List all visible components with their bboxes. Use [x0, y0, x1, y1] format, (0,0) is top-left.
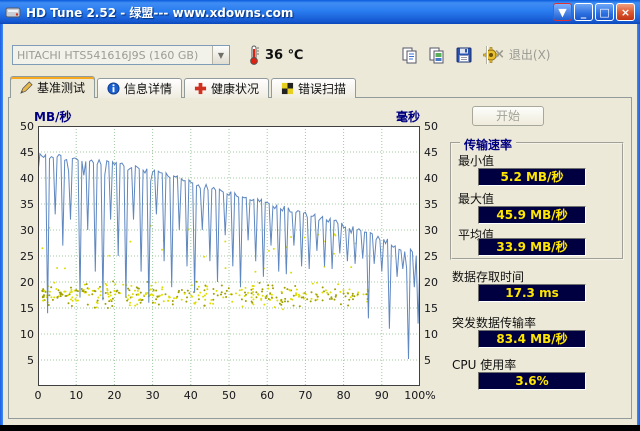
health-cross-icon — [194, 82, 207, 95]
max-label: 最大值 — [458, 192, 495, 206]
x-tick: 0 — [34, 389, 42, 402]
y-tick-left: 35 — [20, 198, 34, 211]
window-border-left — [0, 0, 3, 425]
start-button[interactable]: 开始 — [472, 106, 544, 126]
copy-text-icon — [402, 47, 417, 64]
y-tick-left: 45 — [20, 146, 34, 159]
cpu-usage-value: 3.6% — [478, 372, 586, 390]
burst-rate-label: 突发数据传输率 — [452, 316, 537, 330]
save-button[interactable] — [452, 44, 476, 66]
y-tick-right: 45 — [424, 146, 438, 159]
tab-info[interactable]: 信息详情 — [97, 78, 183, 98]
toolbar-separator — [486, 46, 488, 64]
exit-label: 退出(X) — [508, 48, 551, 62]
download-button[interactable]: ▼ — [553, 3, 572, 21]
tab-benchmark[interactable]: 基准测试 — [10, 76, 96, 99]
burst-rate-value: 83.4 MB/秒 — [478, 330, 586, 348]
tab-health-label: 健康状况 — [211, 82, 260, 96]
x-tick: 40 — [183, 389, 198, 402]
min-value: 5.2 MB/秒 — [478, 168, 586, 186]
copy-text-button[interactable] — [398, 44, 422, 66]
access-time-value: 17.3 ms — [478, 284, 586, 302]
y-tick-right: 15 — [424, 302, 438, 315]
y-tick-right: 25 — [424, 250, 438, 263]
y-tick-left: 40 — [20, 172, 34, 185]
x-tick: 50 — [222, 389, 236, 402]
x-tick: 10 — [69, 389, 84, 402]
y-axis-right-label: 毫秒 — [395, 110, 420, 124]
window-border-bottom — [0, 425, 640, 431]
avg-value: 33.9 MB/秒 — [478, 238, 586, 256]
save-icon — [456, 47, 472, 63]
titlebar-buttons: ▼ _ □ × — [553, 3, 635, 21]
drive-select[interactable]: HITACHI HTS541616J9S (160 GB) ▼ — [12, 45, 230, 65]
drive-select-value: HITACHI HTS541616J9S (160 GB) — [17, 48, 199, 62]
max-value: 45.9 MB/秒 — [478, 206, 586, 224]
hd-tune-window: HD Tune 2.52 - 绿盟--- www.xdowns.com ▼ _ … — [0, 0, 640, 431]
y-tick-right: 50 — [424, 120, 438, 133]
cpu-usage-label: CPU 使用率 — [452, 358, 517, 372]
titlebar: HD Tune 2.52 - 绿盟--- www.xdowns.com ▼ _ … — [0, 0, 640, 24]
y-tick-left: 25 — [20, 250, 34, 263]
access-time-label: 数据存取时间 — [452, 270, 525, 284]
x-tick: 70 — [298, 389, 313, 402]
benchmark-icon — [20, 81, 33, 94]
min-label: 最小值 — [458, 154, 495, 168]
y-tick-left: 20 — [20, 276, 34, 289]
tab-health[interactable]: 健康状况 — [184, 78, 270, 98]
thermometer-icon — [250, 45, 259, 65]
tab-bar: 基准测试 信息详情 健康状况 错误扫描 — [10, 76, 358, 99]
tab-error-scan[interactable]: 错误扫描 — [271, 78, 357, 98]
tab-benchmark-label: 基准测试 — [37, 81, 86, 95]
close-button[interactable]: × — [616, 3, 635, 21]
y-tick-left: 50 — [20, 120, 34, 133]
x-tick: 90 — [374, 389, 389, 402]
y-tick-right: 5 — [424, 354, 431, 367]
y-tick-left: 30 — [20, 224, 34, 237]
plot-canvas — [38, 126, 420, 386]
y-tick-right: 30 — [424, 224, 438, 237]
exit-button[interactable]: × 退出(X) — [494, 46, 551, 63]
y-tick-left: 10 — [20, 328, 34, 341]
x-tick: 60 — [260, 389, 275, 402]
temperature-indicator: 36 ℃ — [248, 45, 303, 65]
chevron-down-icon[interactable]: ▼ — [212, 46, 229, 64]
x-tick: 100% — [404, 389, 436, 402]
y-tick-left: 15 — [20, 302, 34, 315]
info-icon — [107, 82, 120, 95]
x-tick: 80 — [336, 389, 351, 402]
y-axis-left-label: MB/秒 — [34, 110, 72, 124]
copy-image-button[interactable] — [425, 44, 449, 66]
x-tick: 20 — [107, 389, 122, 402]
x-tick: 30 — [145, 389, 160, 402]
y-tick-right: 10 — [424, 328, 438, 341]
tab-error-scan-label: 错误扫描 — [298, 82, 347, 96]
y-tick-left: 5 — [27, 354, 34, 367]
error-scan-icon — [281, 82, 294, 95]
y-tick-right: 35 — [424, 198, 438, 211]
app-icon — [5, 7, 21, 18]
copy-image-icon — [429, 47, 444, 64]
exit-x-icon: × — [494, 47, 505, 62]
temperature-value: 36 ℃ — [265, 47, 304, 63]
tab-info-label: 信息详情 — [124, 82, 173, 96]
minimize-button[interactable]: _ — [574, 3, 593, 21]
benchmark-chart: MB/秒 毫秒 50 45 40 35 30 25 20 15 10 5 50 45 40 35 30 25 2… — [10, 104, 455, 404]
maximize-button[interactable]: □ — [595, 3, 614, 21]
window-title: HD Tune 2.52 - 绿盟--- www.xdowns.com — [26, 5, 294, 20]
y-tick-right: 40 — [424, 172, 438, 185]
transfer-rate-group-title: 传输速率 — [460, 136, 517, 153]
y-tick-right: 20 — [424, 276, 438, 289]
